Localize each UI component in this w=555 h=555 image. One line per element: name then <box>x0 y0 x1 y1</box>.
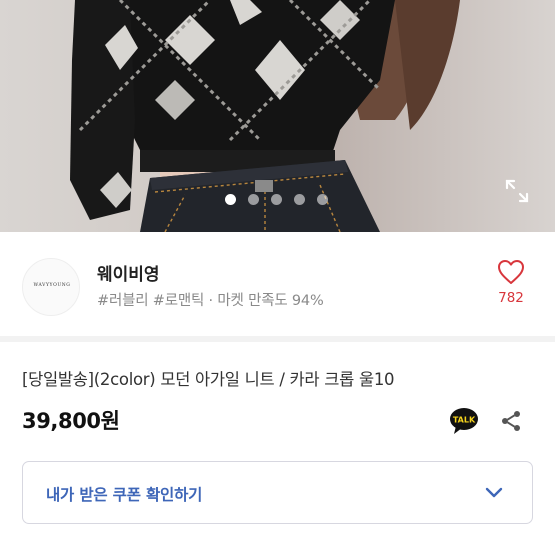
product-image-carousel[interactable] <box>0 0 555 232</box>
carousel-dot[interactable] <box>271 194 282 205</box>
carousel-dot[interactable] <box>317 194 328 205</box>
store-info[interactable]: WAVYYOUNG 웨이비영 #러블리 #로맨틱 · 마켓 만족도 94% 78… <box>0 232 555 336</box>
carousel-indicator <box>0 194 555 206</box>
product-title: [당일발송](2color) 모던 아가일 니트 / 카라 크롭 울10 <box>22 370 395 389</box>
coupon-button[interactable]: 내가 받은 쿠폰 확인하기 <box>22 461 533 524</box>
store-logo[interactable]: WAVYYOUNG <box>22 258 80 316</box>
store-logo-text: WAVYYOUNG <box>33 283 71 288</box>
expand-icon[interactable] <box>503 177 531 205</box>
carousel-dot[interactable] <box>225 194 236 205</box>
chevron-down-icon <box>483 482 505 504</box>
product-price: 39,800원 <box>22 409 120 433</box>
store-name[interactable]: 웨이비영 <box>97 260 160 285</box>
carousel-dot[interactable] <box>248 194 259 205</box>
coupon-label: 내가 받은 쿠폰 확인하기 <box>46 486 203 504</box>
heart-icon[interactable] <box>497 259 525 285</box>
carousel-dot[interactable] <box>294 194 305 205</box>
kakao-talk-icon[interactable]: TALK <box>449 407 479 435</box>
talk-badge-text: TALK <box>453 416 476 425</box>
like-count: 782 <box>498 290 524 306</box>
store-tags: #러블리 #로맨틱 · 마켓 만족도 94% <box>97 293 324 309</box>
section-divider <box>0 336 555 342</box>
share-icon[interactable] <box>499 409 523 433</box>
